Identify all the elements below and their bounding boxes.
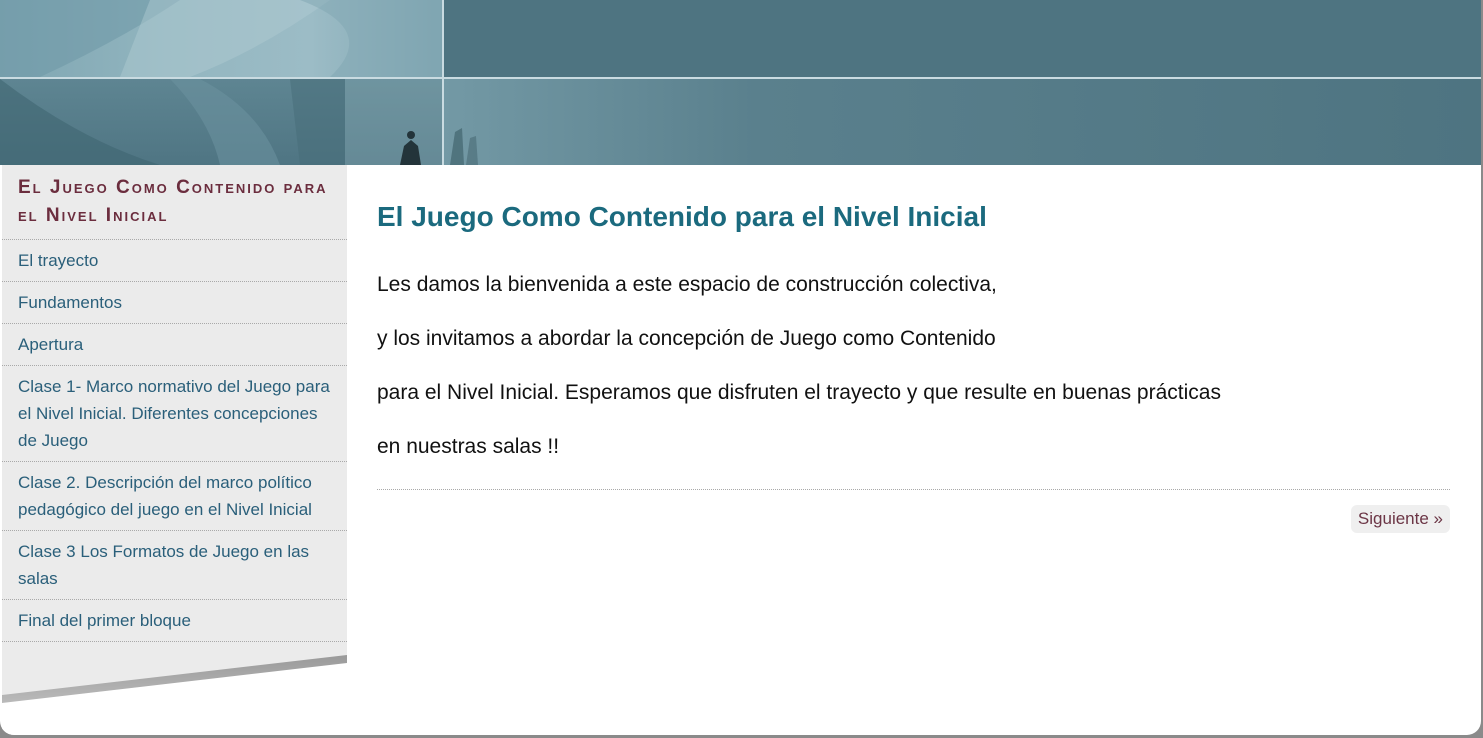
page-navigation: Siguiente »	[377, 505, 1450, 533]
sidebar-link-final[interactable]: Final del primer bloque	[2, 600, 347, 641]
sidebar-item-clase-2: Clase 2. Descripción del marco político …	[2, 462, 347, 531]
page-title: El Juego Como Contenido para el Nivel In…	[377, 201, 987, 232]
sidebar-item-apertura: Apertura	[2, 324, 347, 366]
sidebar-link-fundamentos[interactable]: Fundamentos	[2, 282, 347, 323]
sidebar-link-clase-2[interactable]: Clase 2. Descripción del marco político …	[2, 462, 347, 530]
sidebar-item-fundamentos: Fundamentos	[2, 282, 347, 324]
content-divider	[377, 489, 1450, 490]
intro-paragraph: y los invitamos a abordar la concepción …	[377, 327, 996, 350]
intro-paragraph: Les damos la bienvenida a este espacio d…	[377, 273, 997, 296]
banner-divider-vertical	[442, 0, 444, 165]
next-page-button[interactable]: Siguiente »	[1350, 505, 1450, 533]
sidebar-title: El Juego Como Contenido para el Nivel In…	[2, 165, 347, 240]
sidebar-link-el-trayecto[interactable]: El trayecto	[2, 240, 347, 281]
sidebar: El Juego Como Contenido para el Nivel In…	[2, 165, 347, 735]
sidebar-link-apertura[interactable]: Apertura	[2, 324, 347, 365]
main-content: El Juego Como Contenido para el Nivel In…	[377, 165, 1450, 533]
sidebar-link-clase-3[interactable]: Clase 3 Los Formatos de Juego en las sal…	[2, 531, 347, 599]
intro-paragraph: para el Nivel Inicial. Esperamos que dis…	[377, 381, 1221, 404]
sidebar-item-clase-1: Clase 1- Marco normativo del Juego para …	[2, 366, 347, 462]
intro-paragraph: en nuestras salas !!	[377, 435, 560, 458]
sidebar-item-clase-3: Clase 3 Los Formatos de Juego en las sal…	[2, 531, 347, 600]
sidebar-item-final: Final del primer bloque	[2, 600, 347, 642]
banner-graphic	[0, 0, 478, 165]
sidebar-fold-decoration	[2, 655, 347, 735]
sidebar-link-clase-1[interactable]: Clase 1- Marco normativo del Juego para …	[2, 366, 347, 461]
page-frame: El Juego Como Contenido para el Nivel In…	[0, 0, 1481, 735]
sidebar-item-el-trayecto: El trayecto	[2, 240, 347, 282]
sidebar-menu: El trayecto Fundamentos Apertura Clase 1…	[2, 240, 347, 642]
intro-text: Les damos la bienvenida a este espacio d…	[377, 270, 1450, 462]
banner-divider-horizontal	[0, 77, 1481, 79]
header-banner	[0, 0, 1481, 165]
